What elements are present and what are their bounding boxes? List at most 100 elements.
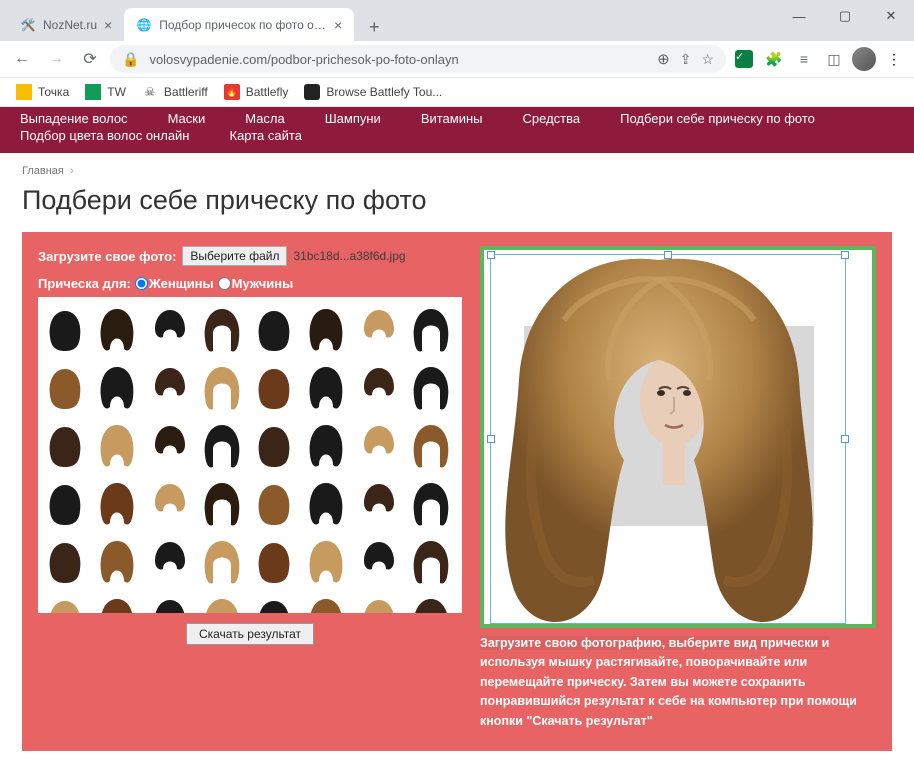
menu-button[interactable]: ⋮ xyxy=(882,47,906,71)
hairstyle-thumb[interactable] xyxy=(94,361,140,413)
reload-button[interactable]: ⟳ xyxy=(76,45,104,73)
bookmark-battlefly[interactable]: 🔥 Battlefly xyxy=(218,81,295,103)
hairstyle-thumb[interactable] xyxy=(42,593,88,613)
hairstyle-thumb[interactable] xyxy=(147,477,193,529)
bookmark-battleriff[interactable]: ☠ Battleriff xyxy=(136,81,214,103)
profile-avatar[interactable] xyxy=(852,47,876,71)
bookmark-tw[interactable]: TW xyxy=(79,81,132,103)
hairstyle-thumb[interactable] xyxy=(408,419,454,471)
hairstyle-thumb[interactable] xyxy=(303,361,349,413)
radio-male-input[interactable] xyxy=(218,277,231,290)
hairstyle-thumb[interactable] xyxy=(356,361,402,413)
nav-link[interactable]: Маски xyxy=(168,111,206,126)
handle-e[interactable] xyxy=(841,435,849,443)
hairstyle-thumb[interactable] xyxy=(356,477,402,529)
hairstyle-thumb[interactable] xyxy=(199,535,245,587)
close-window-button[interactable]: ✕ xyxy=(868,0,914,32)
handle-nw[interactable] xyxy=(487,251,495,259)
nav-link[interactable]: Выпадение волос xyxy=(20,111,128,126)
radio-female-input[interactable] xyxy=(135,277,148,290)
tab-hairstyles[interactable]: 🌐 Подбор причесок по фото онла × xyxy=(124,8,354,41)
star-icon[interactable]: ☆ xyxy=(701,51,714,68)
breadcrumb-home[interactable]: Главная xyxy=(22,165,64,177)
hairstyle-thumb[interactable] xyxy=(42,477,88,529)
radio-female[interactable]: Женщины xyxy=(135,276,214,291)
hairstyle-thumb[interactable] xyxy=(94,477,140,529)
hairstyle-thumb[interactable] xyxy=(147,303,193,355)
nav-link[interactable]: Подбор цвета волос онлайн xyxy=(20,128,190,143)
nav-link[interactable]: Шампуни xyxy=(325,111,381,126)
handle-ne[interactable] xyxy=(841,251,849,259)
address-bar[interactable]: 🔒 volosvypadenie.com/podbor-prichesok-po… xyxy=(110,45,726,73)
hairstyle-thumb[interactable] xyxy=(251,361,297,413)
share-icon[interactable]: ⇪ xyxy=(680,51,692,68)
hairstyle-thumb[interactable] xyxy=(199,593,245,613)
hairstyle-thumb[interactable] xyxy=(94,535,140,587)
selection-box[interactable] xyxy=(490,254,846,624)
hairstyle-thumb[interactable] xyxy=(147,361,193,413)
bookmark-icon[interactable]: ◫ xyxy=(822,47,846,71)
hairstyle-thumb[interactable] xyxy=(408,593,454,613)
hairstyle-thumb[interactable] xyxy=(408,361,454,413)
radio-male[interactable]: Мужчины xyxy=(218,276,294,291)
search-icon[interactable]: ⊕ xyxy=(657,50,670,68)
hairstyle-thumb[interactable] xyxy=(356,303,402,355)
hairstyle-thumb[interactable] xyxy=(42,535,88,587)
close-icon[interactable]: × xyxy=(334,17,342,33)
bookmark-tochka[interactable]: Точка xyxy=(10,81,75,103)
choose-file-button[interactable]: Выберите файл xyxy=(182,246,287,266)
back-button[interactable]: ← xyxy=(8,45,36,73)
hairstyle-thumb[interactable] xyxy=(408,477,454,529)
hairstyle-thumb[interactable] xyxy=(94,593,140,613)
hairstyle-thumb[interactable] xyxy=(303,419,349,471)
maximize-button[interactable]: ▢ xyxy=(822,0,868,32)
hairstyle-thumb[interactable] xyxy=(42,361,88,413)
hairstyle-thumb[interactable] xyxy=(42,419,88,471)
hairstyle-thumb[interactable] xyxy=(42,303,88,355)
hairstyle-thumb[interactable] xyxy=(251,477,297,529)
hairstyle-thumb[interactable] xyxy=(303,593,349,613)
new-tab-button[interactable]: + xyxy=(360,13,388,41)
hairstyle-thumb[interactable] xyxy=(303,303,349,355)
reading-list-icon[interactable]: ≡ xyxy=(792,47,816,71)
nav-link[interactable]: Карта сайта xyxy=(230,128,302,143)
hairstyle-thumb[interactable] xyxy=(356,535,402,587)
browser-titlebar: 🛠️ NozNet.ru × 🌐 Подбор причесок по фото… xyxy=(0,0,914,41)
hairstyle-thumb[interactable] xyxy=(94,419,140,471)
hairstyle-thumb[interactable] xyxy=(94,303,140,355)
forward-button[interactable]: → xyxy=(42,45,70,73)
hairstyle-thumb[interactable] xyxy=(147,535,193,587)
hairstyle-thumb[interactable] xyxy=(303,477,349,529)
extensions-icon[interactable]: 🧩 xyxy=(762,47,786,71)
hairstyle-thumb[interactable] xyxy=(356,419,402,471)
tab-noznet[interactable]: 🛠️ NozNet.ru × xyxy=(8,8,124,41)
hairstyle-thumb[interactable] xyxy=(251,535,297,587)
hairstyle-thumb[interactable] xyxy=(199,361,245,413)
handle-n[interactable] xyxy=(664,251,672,259)
download-button[interactable]: Скачать результат xyxy=(186,623,314,645)
minimize-button[interactable]: — xyxy=(776,0,822,32)
hairstyle-thumb[interactable] xyxy=(251,303,297,355)
bookmark-battlefy[interactable]: Browse Battlefy Tou... xyxy=(298,81,448,103)
handle-w[interactable] xyxy=(487,435,495,443)
hairstyle-thumb[interactable] xyxy=(303,535,349,587)
preview-box[interactable] xyxy=(480,246,876,628)
nav-link[interactable]: Масла xyxy=(245,111,285,126)
nav-link[interactable]: Витамины xyxy=(421,111,483,126)
hairstyle-thumb[interactable] xyxy=(147,419,193,471)
nav-link[interactable]: Средства xyxy=(523,111,581,126)
hairstyle-thumb[interactable] xyxy=(199,477,245,529)
hairstyle-thumb[interactable] xyxy=(199,303,245,355)
close-icon[interactable]: × xyxy=(104,17,112,33)
hairstyle-thumb[interactable] xyxy=(251,419,297,471)
hairstyle-thumb[interactable] xyxy=(408,535,454,587)
hairstyle-thumb[interactable] xyxy=(356,593,402,613)
nav-link[interactable]: Подбери себе прическу по фото xyxy=(620,111,815,126)
hairstyle-thumb[interactable] xyxy=(147,593,193,613)
hairstyle-thumb[interactable] xyxy=(408,303,454,355)
hairstyle-thumb[interactable] xyxy=(199,419,245,471)
window-controls: — ▢ ✕ xyxy=(776,0,914,32)
hairstyle-grid[interactable] xyxy=(38,297,462,613)
hairstyle-thumb[interactable] xyxy=(251,593,297,613)
extension-check-icon[interactable]: ✓ xyxy=(732,47,756,71)
